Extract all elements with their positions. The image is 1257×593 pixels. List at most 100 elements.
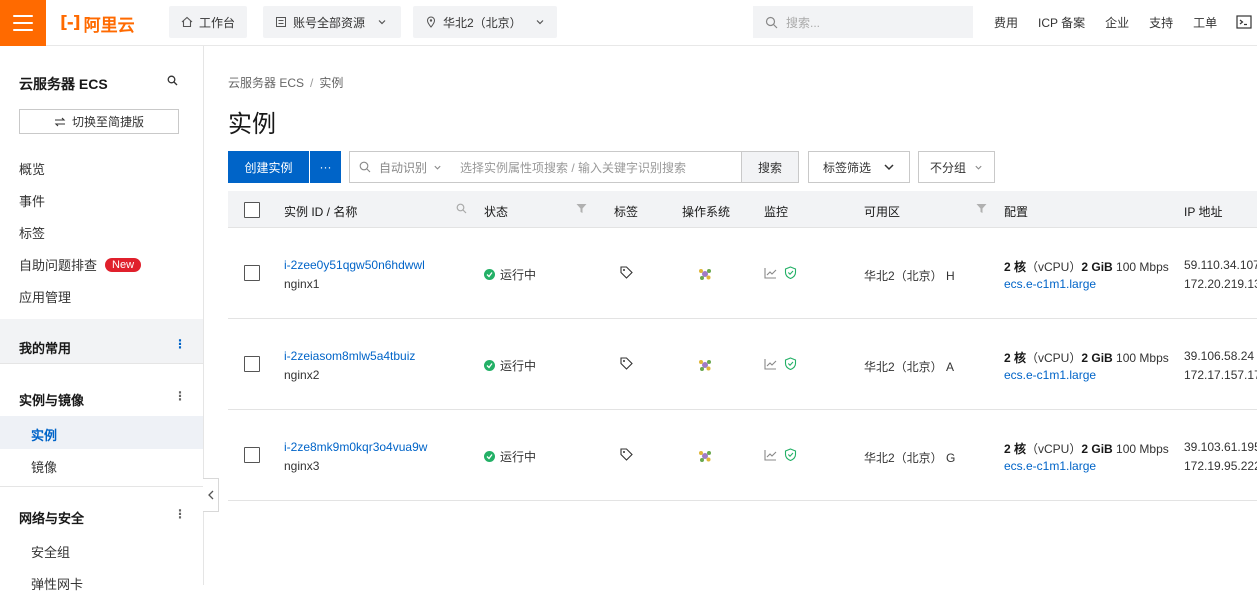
table-row: i-2zeiasom8mlw5a4tbuiz nginx2 运行中 华北2（北京… bbox=[228, 319, 1257, 410]
row-checkbox[interactable] bbox=[244, 447, 260, 463]
status-text: 运行中 bbox=[500, 450, 537, 464]
col-os: 操作系统 bbox=[682, 205, 731, 219]
os-linux-icon bbox=[699, 360, 711, 371]
sidebar-item-tags[interactable]: 标签 bbox=[19, 223, 45, 242]
filter-placeholder: 选择实例属性项搜索 / 输入关键字识别搜索 bbox=[460, 160, 687, 175]
public-ip: 59.110.34.107 bbox=[1184, 258, 1257, 272]
create-instance-button[interactable]: 创建实例 bbox=[228, 151, 309, 183]
private-ip: 172.17.157.17 bbox=[1184, 368, 1257, 382]
chart-icon[interactable] bbox=[764, 267, 777, 279]
instance-name: nginx3 bbox=[284, 459, 320, 473]
sidebar-item-eni[interactable]: 弹性网卡 bbox=[31, 574, 83, 593]
new-badge: New bbox=[105, 257, 142, 272]
instance-id-link[interactable]: i-2zeiasom8mlw5a4tbuiz bbox=[284, 349, 415, 363]
instance-type-link[interactable]: ecs.e-c1m1.large bbox=[1004, 277, 1096, 291]
resources-dropdown[interactable]: 账号全部资源 bbox=[263, 6, 401, 38]
config-spec: 2 核（vCPU）2 GiB 100 Mbps bbox=[1004, 442, 1169, 456]
list-icon bbox=[276, 17, 286, 27]
sidebar: 云服务器 ECS 切换至简捷版 概览 事件 标签 自助问题排查 New 应用管理… bbox=[0, 46, 204, 592]
section-instances-images[interactable]: 实例与镜像 bbox=[19, 390, 84, 409]
shield-check-icon[interactable] bbox=[784, 448, 797, 461]
more-vertical-icon[interactable]: ⋮ bbox=[174, 507, 186, 521]
hamburger-menu-button[interactable] bbox=[0, 0, 46, 46]
filter-icon[interactable] bbox=[976, 203, 987, 214]
col-id-name: 实例 ID / 名称 bbox=[284, 205, 358, 219]
workbench-button[interactable]: 工作台 bbox=[169, 6, 248, 38]
group-select[interactable]: 不分组 bbox=[918, 151, 995, 183]
sidebar-item-events[interactable]: 事件 bbox=[19, 191, 45, 210]
search-icon[interactable] bbox=[167, 75, 178, 86]
col-zone: 可用区 bbox=[864, 205, 901, 219]
search-icon bbox=[359, 161, 371, 173]
collapse-sidebar-button[interactable] bbox=[203, 478, 219, 512]
table-header: 实例 ID / 名称 状态 标签 操作系统 监控 可用区 配置 IP 地址 bbox=[228, 191, 1257, 228]
shield-check-icon[interactable] bbox=[784, 357, 797, 370]
instance-id-link[interactable]: i-2zee0y51qgw50n6hdwwl bbox=[284, 258, 425, 272]
home-icon bbox=[181, 16, 193, 28]
status-cell: 运行中 bbox=[484, 357, 536, 374]
aliyun-logo[interactable]: [-] 阿里云 bbox=[60, 12, 135, 36]
tag-icon[interactable] bbox=[620, 448, 633, 461]
section-network-security[interactable]: 网络与安全 bbox=[19, 508, 84, 527]
zone-text: 华北2（北京） G bbox=[864, 451, 956, 465]
more-vertical-icon[interactable]: ⋮ bbox=[174, 389, 186, 403]
config-spec: 2 核（vCPU）2 GiB 100 Mbps bbox=[1004, 260, 1169, 274]
sidebar-item-troubleshoot[interactable]: 自助问题排查 New bbox=[19, 255, 142, 274]
instance-filter-input[interactable]: 自动识别 选择实例属性项搜索 / 输入关键字识别搜索 bbox=[349, 151, 742, 183]
sidebar-item-instances[interactable]: 实例 bbox=[31, 425, 57, 444]
sidebar-item-app-management[interactable]: 应用管理 bbox=[19, 287, 71, 306]
public-ip: 39.106.58.24 bbox=[1184, 349, 1255, 363]
instance-id-link[interactable]: i-2ze8mk9m0kqr3o4vua9w bbox=[284, 440, 427, 454]
global-search-input[interactable]: 搜索... bbox=[753, 6, 973, 38]
filter-type-select[interactable]: 自动识别 bbox=[379, 159, 442, 176]
search-icon bbox=[765, 16, 778, 28]
support-link[interactable]: 支持 bbox=[1149, 14, 1173, 31]
public-ip: 39.103.61.195 bbox=[1184, 440, 1257, 454]
instance-type-link[interactable]: ecs.e-c1m1.large bbox=[1004, 459, 1096, 473]
chevron-down-icon bbox=[378, 20, 386, 25]
instance-name: nginx1 bbox=[284, 277, 320, 291]
sidebar-item-images[interactable]: 镜像 bbox=[31, 457, 57, 476]
chart-icon[interactable] bbox=[764, 449, 777, 461]
breadcrumb-root[interactable]: 云服务器 ECS bbox=[228, 76, 304, 90]
status-text: 运行中 bbox=[500, 359, 537, 373]
col-status: 状态 bbox=[484, 205, 509, 219]
instance-type-link[interactable]: ecs.e-c1m1.large bbox=[1004, 368, 1096, 382]
row-checkbox[interactable] bbox=[244, 265, 260, 281]
chevron-down-icon bbox=[884, 164, 894, 171]
sidebar-divider bbox=[0, 363, 203, 371]
col-tags: 标签 bbox=[614, 205, 639, 219]
search-button[interactable]: 搜索 bbox=[741, 151, 799, 183]
tag-filter-button[interactable]: 标签筛选 bbox=[808, 151, 910, 183]
icp-link[interactable]: ICP 备案 bbox=[1038, 14, 1085, 31]
os-linux-icon bbox=[699, 451, 711, 462]
table-row: i-2ze8mk9m0kqr3o4vua9w nginx3 运行中 华北2（北京… bbox=[228, 410, 1257, 501]
billing-link[interactable]: 费用 bbox=[994, 14, 1018, 31]
region-dropdown[interactable]: 华北2（北京） bbox=[413, 6, 557, 38]
sidebar-item-security-groups[interactable]: 安全组 bbox=[31, 542, 70, 561]
zone-text: 华北2（北京） A bbox=[864, 360, 955, 374]
sidebar-item-label: 自助问题排查 bbox=[19, 258, 98, 273]
row-checkbox[interactable] bbox=[244, 356, 260, 372]
select-all-checkbox[interactable] bbox=[244, 202, 260, 218]
switch-simple-version-button[interactable]: 切换至简捷版 bbox=[19, 109, 179, 134]
chart-icon[interactable] bbox=[764, 358, 777, 370]
breadcrumb-current: 实例 bbox=[319, 76, 344, 90]
section-favorites[interactable]: 我的常用 bbox=[19, 338, 71, 357]
tag-icon[interactable] bbox=[620, 357, 633, 370]
table-row: i-2zee0y51qgw50n6hdwwl nginx1 运行中 华北2（北京… bbox=[228, 228, 1257, 319]
chevron-down-icon bbox=[434, 165, 441, 170]
shield-check-icon[interactable] bbox=[784, 266, 797, 279]
instance-name: nginx2 bbox=[284, 368, 320, 382]
more-vertical-icon[interactable]: ⋮ bbox=[174, 337, 186, 351]
filter-icon[interactable] bbox=[576, 203, 587, 214]
ticket-link[interactable]: 工单 bbox=[1193, 14, 1217, 31]
search-icon[interactable] bbox=[456, 203, 467, 214]
terminal-icon[interactable] bbox=[1236, 15, 1252, 29]
sidebar-item-overview[interactable]: 概览 bbox=[19, 159, 45, 178]
status-text: 运行中 bbox=[500, 268, 537, 282]
enterprise-link[interactable]: 企业 bbox=[1105, 14, 1129, 31]
tag-icon[interactable] bbox=[620, 266, 633, 279]
status-cell: 运行中 bbox=[484, 266, 536, 283]
more-actions-button[interactable]: ··· bbox=[310, 151, 341, 183]
